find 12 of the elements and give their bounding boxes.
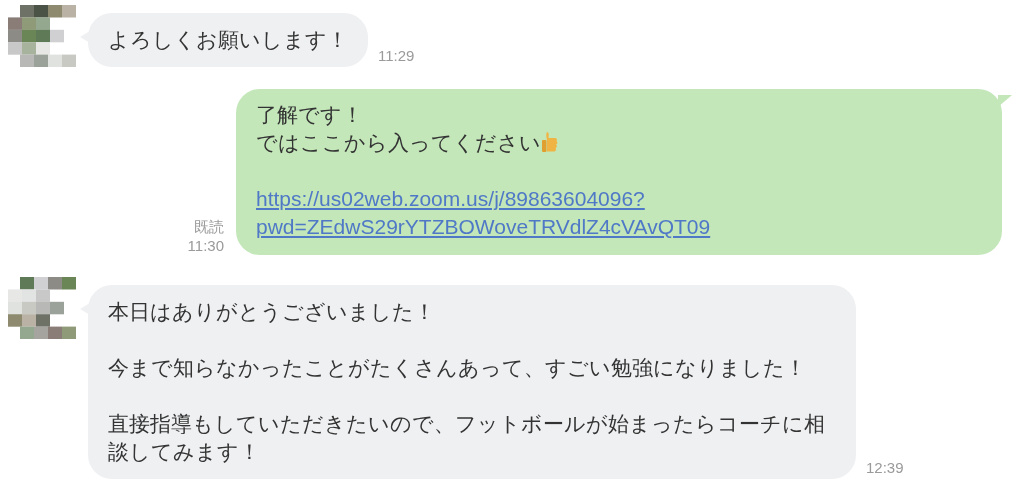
message-text: 本日はありがとうございました！ xyxy=(108,300,435,323)
message-time: 11:30 xyxy=(187,236,224,255)
message-text: 了解です！ xyxy=(256,103,363,126)
message-link[interactable]: https://us02web.zoom.us/j/89863604096? pwd=ZEdwS29rYTZBOWoveTRVdlZ4cVAvQT09 xyxy=(256,185,711,241)
thumbs-up-icon xyxy=(541,131,559,153)
message-time: 12:39 xyxy=(866,458,904,477)
read-receipt: 既読 xyxy=(194,217,224,236)
message-text: 直接指導もしていただきたいので、フットボールが始まったらコーチに相談してみます！ xyxy=(108,412,825,463)
message-text: 今まで知らなかったことがたくさんあって、すごい勉強になりました！ xyxy=(108,356,806,379)
message-text: よろしくお願いします！ xyxy=(108,28,348,51)
message-time: 11:29 xyxy=(378,46,415,65)
message-text: ではここから入ってください xyxy=(256,131,541,154)
